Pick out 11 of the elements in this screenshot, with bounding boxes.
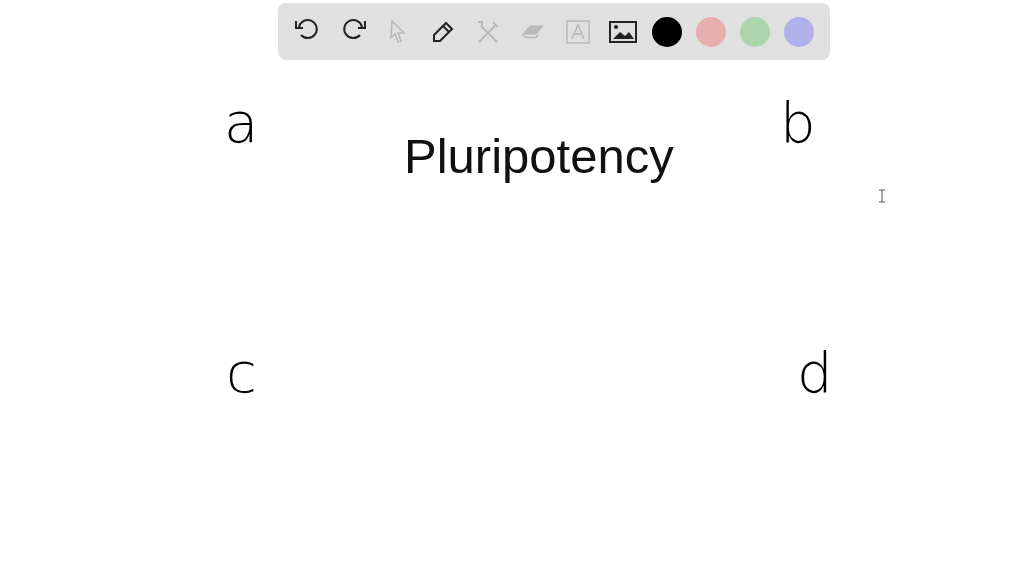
color-swatch[interactable] xyxy=(784,16,814,47)
handwritten-letter: b xyxy=(780,95,816,151)
handwritten-letter: a xyxy=(224,95,259,151)
color-swatch[interactable] xyxy=(740,16,770,47)
color-swatch[interactable] xyxy=(696,16,726,47)
color-swatch[interactable] xyxy=(652,16,682,47)
handwritten-letter: d xyxy=(797,345,833,401)
text-cursor-icon xyxy=(878,189,886,203)
handwritten-letter: c xyxy=(226,345,257,401)
eraser-icon xyxy=(520,24,545,39)
canvas-title: Pluripotency xyxy=(404,128,674,184)
